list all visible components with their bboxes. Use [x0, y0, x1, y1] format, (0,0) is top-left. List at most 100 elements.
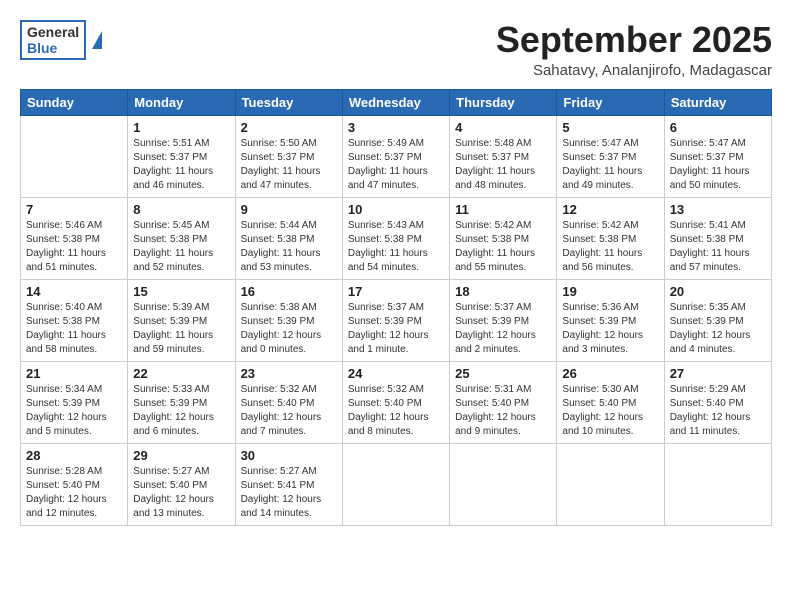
calendar-header-row: SundayMondayTuesdayWednesdayThursdayFrid…: [21, 89, 772, 115]
day-info: Sunrise: 5:42 AM Sunset: 5:38 PM Dayligh…: [455, 219, 551, 275]
day-number: 9: [241, 202, 337, 217]
col-header-tuesday: Tuesday: [235, 89, 342, 115]
day-info: Sunrise: 5:35 AM Sunset: 5:39 PM Dayligh…: [670, 301, 766, 357]
day-number: 23: [241, 366, 337, 381]
day-number: 18: [455, 284, 551, 299]
calendar-cell: 28 Sunrise: 5:28 AM Sunset: 5:40 PM Dayli…: [21, 443, 128, 525]
logo: General Blue: [20, 20, 102, 60]
calendar-cell: [342, 443, 449, 525]
day-info: Sunrise: 5:37 AM Sunset: 5:39 PM Dayligh…: [455, 301, 551, 357]
calendar-cell: 14 Sunrise: 5:40 AM Sunset: 5:38 PM Dayli…: [21, 279, 128, 361]
day-info: Sunrise: 5:27 AM Sunset: 5:40 PM Dayligh…: [133, 465, 229, 521]
day-number: 3: [348, 120, 444, 135]
day-number: 29: [133, 448, 229, 463]
calendar-cell: 7 Sunrise: 5:46 AM Sunset: 5:38 PM Daylig…: [21, 197, 128, 279]
day-info: Sunrise: 5:51 AM Sunset: 5:37 PM Dayligh…: [133, 137, 229, 193]
day-number: 5: [562, 120, 658, 135]
day-info: Sunrise: 5:50 AM Sunset: 5:37 PM Dayligh…: [241, 137, 337, 193]
day-info: Sunrise: 5:32 AM Sunset: 5:40 PM Dayligh…: [241, 383, 337, 439]
calendar-cell: [450, 443, 557, 525]
col-header-saturday: Saturday: [664, 89, 771, 115]
calendar-cell: 6 Sunrise: 5:47 AM Sunset: 5:37 PM Daylig…: [664, 115, 771, 197]
day-info: Sunrise: 5:47 AM Sunset: 5:37 PM Dayligh…: [670, 137, 766, 193]
title-block: September 2025 Sahatavy, Analanjirofo, M…: [496, 20, 772, 79]
day-info: Sunrise: 5:31 AM Sunset: 5:40 PM Dayligh…: [455, 383, 551, 439]
calendar-cell: 24Sunrise: 5:32 AM Sunset: 5:40 PM Dayli…: [342, 361, 449, 443]
calendar-week-3: 14 Sunrise: 5:40 AM Sunset: 5:38 PM Dayli…: [21, 279, 772, 361]
calendar-cell: [21, 115, 128, 197]
calendar-cell: 16Sunrise: 5:38 AM Sunset: 5:39 PM Dayli…: [235, 279, 342, 361]
calendar-cell: 23 Sunrise: 5:32 AM Sunset: 5:40 PM Dayli…: [235, 361, 342, 443]
calendar-cell: 1Sunrise: 5:51 AM Sunset: 5:37 PM Daylig…: [128, 115, 235, 197]
day-info: Sunrise: 5:48 AM Sunset: 5:37 PM Dayligh…: [455, 137, 551, 193]
logo-triangle-icon: [92, 31, 102, 49]
day-info: Sunrise: 5:39 AM Sunset: 5:39 PM Dayligh…: [133, 301, 229, 357]
calendar-cell: 9Sunrise: 5:44 AM Sunset: 5:38 PM Daylig…: [235, 197, 342, 279]
calendar-cell: [557, 443, 664, 525]
logo-line2: Blue: [27, 40, 79, 56]
calendar-cell: 10 Sunrise: 5:43 AM Sunset: 5:38 PM Dayli…: [342, 197, 449, 279]
col-header-wednesday: Wednesday: [342, 89, 449, 115]
day-number: 20: [670, 284, 766, 299]
day-info: Sunrise: 5:45 AM Sunset: 5:38 PM Dayligh…: [133, 219, 229, 275]
day-info: Sunrise: 5:34 AM Sunset: 5:39 PM Dayligh…: [26, 383, 122, 439]
calendar-cell: 4 Sunrise: 5:48 AM Sunset: 5:37 PM Daylig…: [450, 115, 557, 197]
calendar-cell: 8 Sunrise: 5:45 AM Sunset: 5:38 PM Daylig…: [128, 197, 235, 279]
col-header-monday: Monday: [128, 89, 235, 115]
day-info: Sunrise: 5:49 AM Sunset: 5:37 PM Dayligh…: [348, 137, 444, 193]
day-number: 10: [348, 202, 444, 217]
day-number: 15: [133, 284, 229, 299]
day-info: Sunrise: 5:32 AM Sunset: 5:40 PM Dayligh…: [348, 383, 444, 439]
day-number: 30: [241, 448, 337, 463]
day-info: Sunrise: 5:36 AM Sunset: 5:39 PM Dayligh…: [562, 301, 658, 357]
day-info: Sunrise: 5:33 AM Sunset: 5:39 PM Dayligh…: [133, 383, 229, 439]
day-info: Sunrise: 5:29 AM Sunset: 5:40 PM Dayligh…: [670, 383, 766, 439]
day-number: 11: [455, 202, 551, 217]
calendar-cell: 27 Sunrise: 5:29 AM Sunset: 5:40 PM Dayli…: [664, 361, 771, 443]
page-header: General Blue September 2025 Sahatavy, An…: [20, 20, 772, 79]
day-info: Sunrise: 5:28 AM Sunset: 5:40 PM Dayligh…: [26, 465, 122, 521]
logo-line1: General: [27, 24, 79, 40]
calendar-cell: 21 Sunrise: 5:34 AM Sunset: 5:39 PM Dayli…: [21, 361, 128, 443]
month-title: September 2025: [496, 20, 772, 60]
calendar-cell: 25 Sunrise: 5:31 AM Sunset: 5:40 PM Dayli…: [450, 361, 557, 443]
col-header-sunday: Sunday: [21, 89, 128, 115]
calendar-week-4: 21 Sunrise: 5:34 AM Sunset: 5:39 PM Dayli…: [21, 361, 772, 443]
day-number: 6: [670, 120, 766, 135]
day-info: Sunrise: 5:30 AM Sunset: 5:40 PM Dayligh…: [562, 383, 658, 439]
day-info: Sunrise: 5:27 AM Sunset: 5:41 PM Dayligh…: [241, 465, 337, 521]
day-number: 13: [670, 202, 766, 217]
day-number: 21: [26, 366, 122, 381]
day-info: Sunrise: 5:40 AM Sunset: 5:38 PM Dayligh…: [26, 301, 122, 357]
day-info: Sunrise: 5:38 AM Sunset: 5:39 PM Dayligh…: [241, 301, 337, 357]
day-number: 7: [26, 202, 122, 217]
calendar-cell: 17Sunrise: 5:37 AM Sunset: 5:39 PM Dayli…: [342, 279, 449, 361]
day-number: 12: [562, 202, 658, 217]
day-info: Sunrise: 5:46 AM Sunset: 5:38 PM Dayligh…: [26, 219, 122, 275]
calendar-week-1: 1Sunrise: 5:51 AM Sunset: 5:37 PM Daylig…: [21, 115, 772, 197]
day-number: 4: [455, 120, 551, 135]
calendar-cell: 22 Sunrise: 5:33 AM Sunset: 5:39 PM Dayli…: [128, 361, 235, 443]
calendar-cell: 2 Sunrise: 5:50 AM Sunset: 5:37 PM Daylig…: [235, 115, 342, 197]
location-subtitle: Sahatavy, Analanjirofo, Madagascar: [496, 62, 772, 79]
day-info: Sunrise: 5:42 AM Sunset: 5:38 PM Dayligh…: [562, 219, 658, 275]
day-number: 27: [670, 366, 766, 381]
day-number: 25: [455, 366, 551, 381]
day-number: 28: [26, 448, 122, 463]
day-number: 14: [26, 284, 122, 299]
calendar-cell: 13Sunrise: 5:41 AM Sunset: 5:38 PM Dayli…: [664, 197, 771, 279]
calendar-week-2: 7 Sunrise: 5:46 AM Sunset: 5:38 PM Daylig…: [21, 197, 772, 279]
day-number: 2: [241, 120, 337, 135]
day-number: 8: [133, 202, 229, 217]
day-number: 22: [133, 366, 229, 381]
day-number: 19: [562, 284, 658, 299]
day-info: Sunrise: 5:43 AM Sunset: 5:38 PM Dayligh…: [348, 219, 444, 275]
calendar-cell: [664, 443, 771, 525]
calendar-cell: 15 Sunrise: 5:39 AM Sunset: 5:39 PM Dayli…: [128, 279, 235, 361]
calendar-cell: 30 Sunrise: 5:27 AM Sunset: 5:41 PM Dayli…: [235, 443, 342, 525]
calendar-cell: 3 Sunrise: 5:49 AM Sunset: 5:37 PM Daylig…: [342, 115, 449, 197]
day-number: 26: [562, 366, 658, 381]
calendar-cell: 5Sunrise: 5:47 AM Sunset: 5:37 PM Daylig…: [557, 115, 664, 197]
calendar-week-5: 28 Sunrise: 5:28 AM Sunset: 5:40 PM Dayli…: [21, 443, 772, 525]
col-header-friday: Friday: [557, 89, 664, 115]
